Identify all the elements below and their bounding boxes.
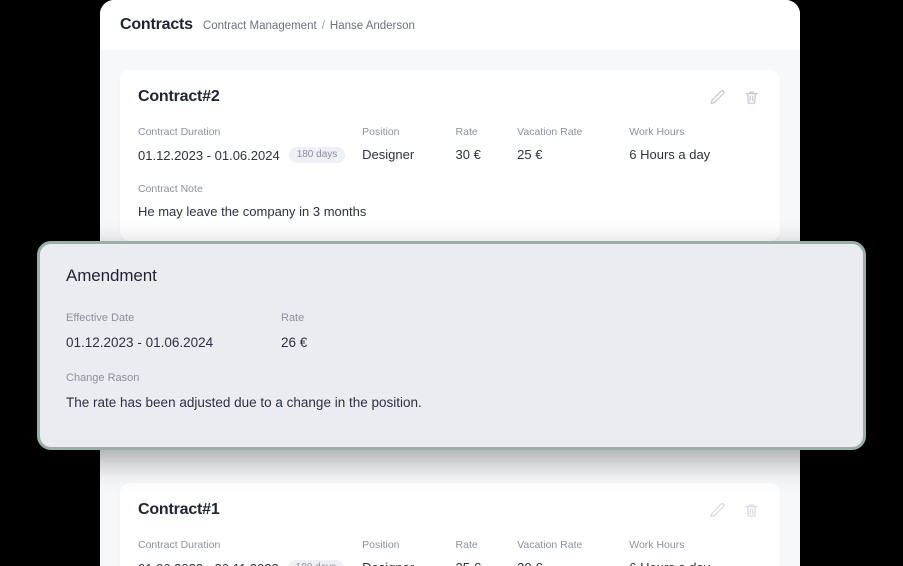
effective-date-value: 01.12.2023 - 01.06.2024 (66, 335, 214, 350)
vacation-rate-value: 25 € (517, 147, 543, 162)
field-value: 01.06.2023 - 30.11.2023 180 days (138, 560, 362, 566)
breadcrumb: Contract Management / Hanse Anderson (203, 18, 415, 32)
app-header: Contracts Contract Management / Hanse An… (100, 0, 800, 50)
work-hours-value: 6 Hours a day (629, 147, 711, 162)
duration-badge: 180 days (288, 147, 346, 163)
breadcrumb-current: Hanse Anderson (329, 20, 415, 32)
field-contract-duration: Contract Duration 01.12.2023 - 01.06.202… (138, 126, 362, 163)
field-label: Rate (455, 126, 478, 138)
field-label: Change Rason (66, 372, 140, 384)
work-hours-value: 6 Hours a day (629, 560, 760, 566)
field-label: Position (362, 126, 400, 138)
field-label: Contract Duration (138, 539, 221, 551)
vacation-rate-value: 20 € (517, 560, 629, 566)
field-vacation-rate: Vacation Rate 25 € (517, 126, 629, 162)
field-label: Contract Duration (138, 126, 221, 138)
field-position: Position Designer (362, 539, 455, 566)
field-rate: Rate 30 € (456, 126, 518, 162)
breadcrumb-separator: / (321, 20, 325, 32)
pencil-icon[interactable] (708, 501, 726, 519)
amendment-fields: Effective Date 01.12.2023 - 01.06.2024 R… (66, 312, 837, 350)
contract-card-actions (708, 501, 760, 519)
pencil-icon[interactable] (708, 88, 726, 106)
field-amendment-rate: Rate 26 € (281, 312, 307, 350)
trash-icon[interactable] (742, 501, 760, 519)
contract-fields: Contract Duration 01.06.2023 - 30.11.202… (138, 539, 760, 566)
field-label: Rate (281, 312, 305, 324)
position-value: Designer (362, 147, 415, 162)
contract-card-1: Contract#1 Contract Duration Position Ra… (120, 483, 780, 566)
amendment-rate-value: 26 € (281, 335, 308, 350)
field-contract-duration: Contract Duration 01.06.2023 - 30.11.202… (138, 539, 362, 566)
field-contract-note: Contract Note He may leave the company i… (138, 183, 760, 219)
amendment-title: Amendment (66, 266, 157, 285)
contract-card-2: Contract#2 Contract Duration 01.12.2023 … (120, 70, 780, 241)
contract-card-actions (708, 88, 760, 106)
contract-title: Contract#2 (138, 88, 220, 105)
field-work-hours: Work Hours 6 Hours a day (629, 126, 760, 162)
field-effective-date: Effective Date 01.12.2023 - 01.06.2024 (66, 312, 281, 350)
field-position: Position Designer (362, 126, 455, 162)
field-label: Contract Note (138, 183, 203, 195)
position-value: Designer (362, 560, 455, 566)
field-change-reason: Change Rason The rate has been adjusted … (66, 372, 837, 410)
field-label: Vacation Rate (517, 539, 583, 551)
screen-backdrop: Contracts Contract Management / Hanse An… (0, 0, 903, 566)
amendment-panel: Amendment Effective Date 01.12.2023 - 01… (37, 241, 866, 450)
field-work-hours: Work Hours 6 Hours a day (629, 539, 760, 566)
field-label: Work Hours (629, 539, 685, 551)
trash-icon[interactable] (742, 88, 760, 106)
page-title: Contracts (120, 16, 193, 33)
duration-badge: 180 days (287, 560, 345, 566)
breadcrumb-parent[interactable]: Contract Management (203, 20, 317, 32)
contract-title: Contract#1 (138, 501, 220, 518)
field-label: Work Hours (629, 126, 685, 138)
contract-card-header: Contract#1 (138, 501, 760, 519)
field-rate: Rate 25 € (456, 539, 518, 566)
contract-card-header: Contract#2 (138, 88, 760, 106)
contract-fields: Contract Duration 01.12.2023 - 01.06.202… (138, 126, 760, 163)
contract-duration-value: 01.12.2023 - 01.06.2024 (138, 147, 280, 163)
contract-note-value: He may leave the company in 3 months (138, 204, 367, 219)
contract-duration-value: 01.06.2023 - 30.11.2023 (138, 561, 279, 566)
field-vacation-rate: Vacation Rate 20 € (517, 539, 629, 566)
field-value: 01.12.2023 - 01.06.2024 180 days (138, 147, 362, 163)
field-label: Rate (455, 539, 478, 551)
field-label: Position (362, 539, 400, 551)
rate-value: 30 € (455, 147, 481, 162)
field-label: Vacation Rate (517, 126, 583, 138)
rate-value: 25 € (456, 560, 518, 566)
change-reason-value: The rate has been adjusted due to a chan… (66, 395, 422, 410)
field-label: Effective Date (66, 312, 135, 324)
